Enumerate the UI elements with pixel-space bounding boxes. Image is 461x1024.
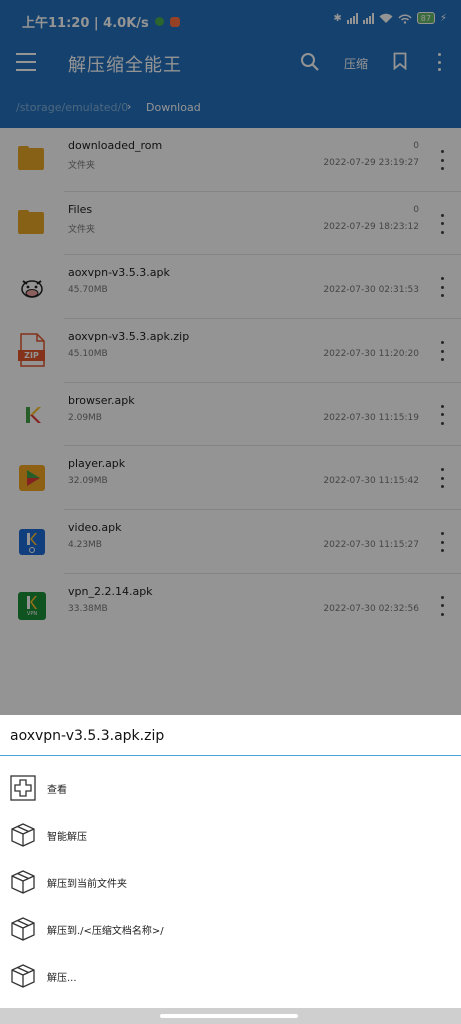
nav-bar [0,1008,461,1024]
action-label: 查看 [47,785,67,796]
extract-to-folder-action[interactable]: 解压到./<压缩文档名称>/ [0,906,461,952]
action-label: 解压到./<压缩文档名称>/ [47,926,164,937]
action-label: 智能解压 [47,832,87,843]
box-icon [11,823,35,847]
view-action[interactable]: 查看 [0,765,461,811]
extract-custom-action[interactable]: 解压... [0,953,461,999]
smart-extract-action[interactable]: 智能解压 [0,812,461,858]
plus-view-icon [10,775,36,801]
box-icon [11,964,35,988]
home-indicator[interactable] [160,1014,298,1018]
sheet-divider [0,755,461,756]
action-label: 解压到当前文件夹 [47,879,127,890]
bottom-sheet: aoxvpn-v3.5.3.apk.zip 查看 智能解压 解压到当前文件夹 解… [0,715,461,1024]
extract-here-action[interactable]: 解压到当前文件夹 [0,859,461,905]
box-icon [11,917,35,941]
action-label: 解压... [47,973,77,984]
sheet-title: aoxvpn-v3.5.3.apk.zip [10,728,165,744]
dim-overlay[interactable] [0,0,461,715]
box-icon [11,870,35,894]
